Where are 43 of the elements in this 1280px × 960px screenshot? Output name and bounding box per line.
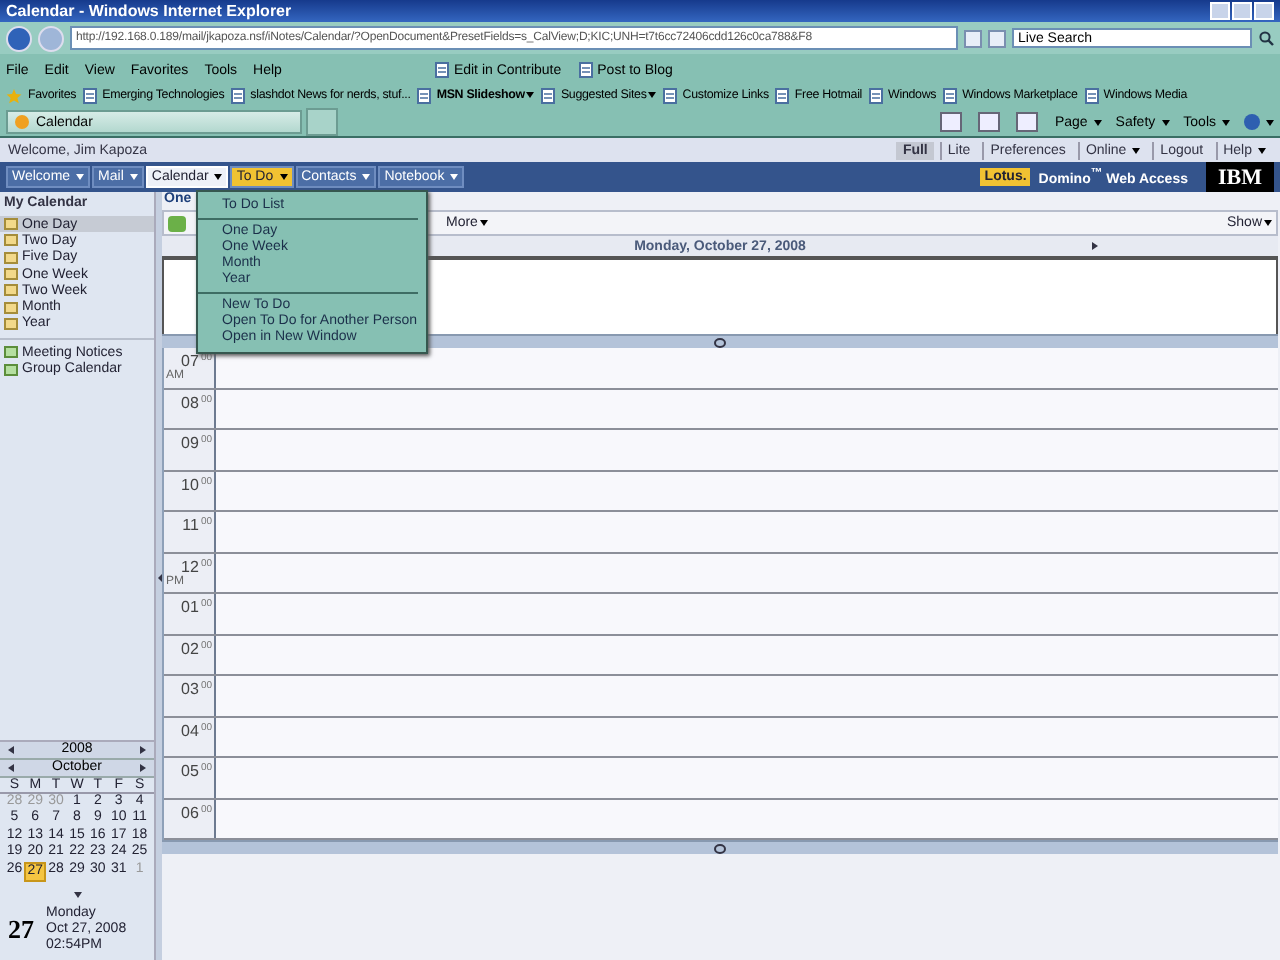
caret-icon [362,174,371,180]
hour-label: 06 [181,803,199,821]
expand-icon[interactable] [73,892,81,898]
hour-label: 02 [181,639,199,657]
caret-icon [479,220,488,226]
caret-icon [1222,119,1230,125]
next-icon[interactable] [1092,242,1098,250]
hour-label: 12 [181,557,199,575]
caret-icon [526,92,535,98]
today-day: 27 [8,914,34,946]
back-button[interactable] [6,25,32,51]
caret-icon [214,174,223,180]
caret-icon [1258,147,1266,153]
refresh-button[interactable] [964,29,982,47]
resize-handle[interactable] [714,843,726,853]
hour-label: 07 [181,352,199,370]
stop-button[interactable] [988,29,1006,47]
previous-icon[interactable] [8,763,14,771]
next-icon[interactable] [140,763,146,771]
company-logo: IBM [1206,162,1274,192]
hour-label: 10 [181,475,199,493]
hour-label: 05 [181,762,199,780]
caret-icon [279,174,288,180]
hour-label: 09 [181,434,199,452]
caret-icon [129,174,138,180]
hour-label: 03 [181,680,199,698]
caret-icon [1093,119,1102,125]
caret-icon [1161,119,1170,125]
hour-label: 04 [181,721,199,739]
next-icon[interactable] [139,745,146,753]
caret-icon [648,92,657,98]
caret-icon [1264,220,1272,226]
window-title: Calendar - Windows Internet Explorer [6,2,292,20]
hour-label: 08 [181,393,199,411]
search-icon[interactable] [1258,30,1274,46]
previous-icon[interactable] [8,745,14,753]
hour-label: 11 [182,516,199,534]
hour-label: 01 [181,598,199,616]
caret-icon [1266,119,1274,125]
caret-icon [76,174,85,180]
caret-icon [450,174,459,180]
caret-icon [1132,147,1141,153]
star-icon [6,87,22,103]
